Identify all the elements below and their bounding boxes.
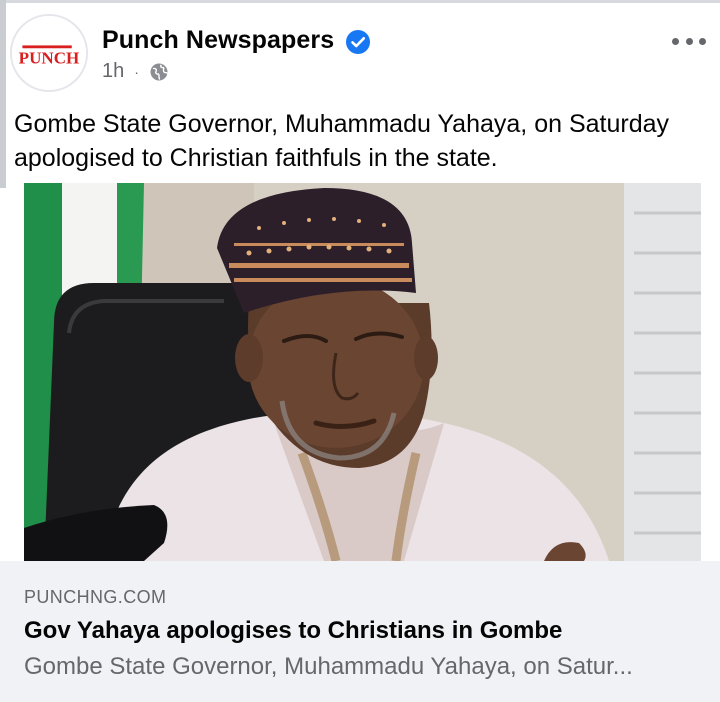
link-description: Gombe State Governor, Muhammadu Yahaya, … [24,653,633,680]
link-preview-card[interactable]: PUNCHNG.COM Gov Yahaya apologises to Chr… [0,561,720,702]
link-preview-image[interactable] [24,183,701,561]
post-message-line: Gombe State Governor, Muhammadu Yahaya, … [14,110,670,138]
meta-separator: · [134,63,139,80]
post-meta: 1h · [102,60,169,83]
punch-logo-icon: PUNCH [12,16,86,90]
post-message: Gombe State Governor, Muhammadu Yahaya, … [14,107,714,175]
page-avatar[interactable]: PUNCH [10,14,88,92]
more-dot [699,37,706,45]
link-domain: PUNCHNG.COM [24,587,167,607]
post-message-line: apologised to Christian faithfuls in the… [14,144,498,172]
page-name-link[interactable]: Punch Newspapers [102,26,334,55]
left-edge-bar [0,0,6,188]
governor-photo [24,183,701,561]
globe-icon[interactable] [149,62,169,82]
link-headline[interactable]: Gov Yahaya apologises to Christians in G… [24,617,562,645]
post-header: PUNCH Punch Newspapers 1h · [10,14,710,92]
verified-badge-icon [346,30,370,54]
more-dot [685,37,693,45]
avatar-logo-text: PUNCH [19,48,80,67]
top-divider [0,0,720,3]
post-timestamp[interactable]: 1h [102,60,124,83]
more-options-icon[interactable] [672,34,706,48]
more-dot [672,37,679,45]
